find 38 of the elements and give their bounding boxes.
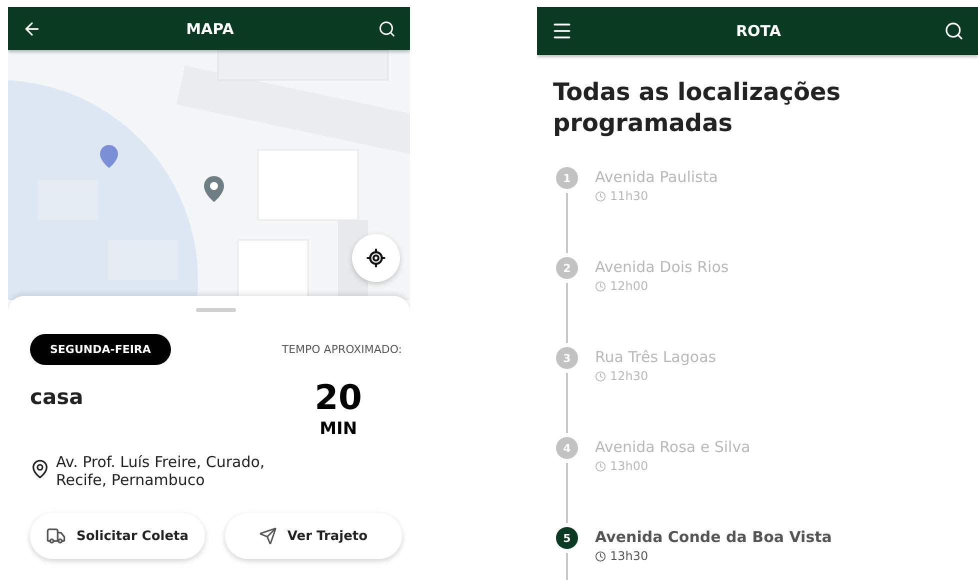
stop-name[interactable]: Avenida Dois Rios bbox=[595, 258, 729, 276]
stop-time: 11h30 bbox=[595, 189, 648, 204]
stop-time: 12h30 bbox=[595, 369, 648, 384]
stop-time: 13h00 bbox=[595, 459, 648, 474]
stop-number: 1 bbox=[556, 167, 578, 190]
screen-title: MAPA bbox=[186, 20, 234, 38]
location-pin-icon bbox=[30, 459, 50, 479]
stop-number: 3 bbox=[556, 347, 578, 370]
stop-name[interactable]: Avenida Paulista bbox=[595, 168, 718, 186]
locate-icon bbox=[366, 248, 386, 268]
clock-icon bbox=[595, 190, 606, 202]
search-icon[interactable] bbox=[944, 21, 964, 41]
stop-name[interactable]: Avenida Rosa e Silva bbox=[595, 438, 750, 456]
clock-icon bbox=[595, 280, 606, 292]
stop-time: 13h30 bbox=[595, 549, 648, 564]
stop-number: 5 bbox=[556, 527, 578, 550]
time-unit: MIN bbox=[320, 419, 358, 439]
screen-title: ROTA bbox=[736, 22, 781, 40]
place-name: casa bbox=[30, 385, 84, 409]
address-text: Av. Prof. Luís Freire, Curado, Recife, Pernambuco bbox=[56, 453, 266, 489]
send-icon bbox=[259, 527, 278, 545]
clock-icon bbox=[595, 550, 606, 562]
action-button[interactable]: Ver Trajeto bbox=[225, 513, 402, 559]
sheet-handle[interactable] bbox=[196, 308, 236, 312]
clock-icon bbox=[595, 460, 606, 472]
search-icon[interactable] bbox=[378, 20, 396, 38]
stop-name[interactable]: Avenida Conde da Boa Vista bbox=[595, 528, 832, 546]
stop-number: 4 bbox=[556, 437, 578, 460]
stop-number: 2 bbox=[556, 257, 578, 280]
action-button[interactable]: Solicitar Coleta bbox=[30, 513, 205, 559]
page-heading: Todas as localizações programadas bbox=[553, 77, 842, 140]
time-label: TEMPO APROXIMADO: bbox=[282, 343, 402, 356]
day-chip: SEGUNDA-FEIRA bbox=[30, 334, 171, 365]
stop-time: 12h00 bbox=[595, 279, 648, 294]
truck-icon bbox=[46, 526, 66, 546]
time-value: 20 bbox=[314, 381, 362, 415]
clock-icon bbox=[595, 370, 606, 382]
stop-name[interactable]: Rua Três Lagoas bbox=[595, 348, 716, 366]
